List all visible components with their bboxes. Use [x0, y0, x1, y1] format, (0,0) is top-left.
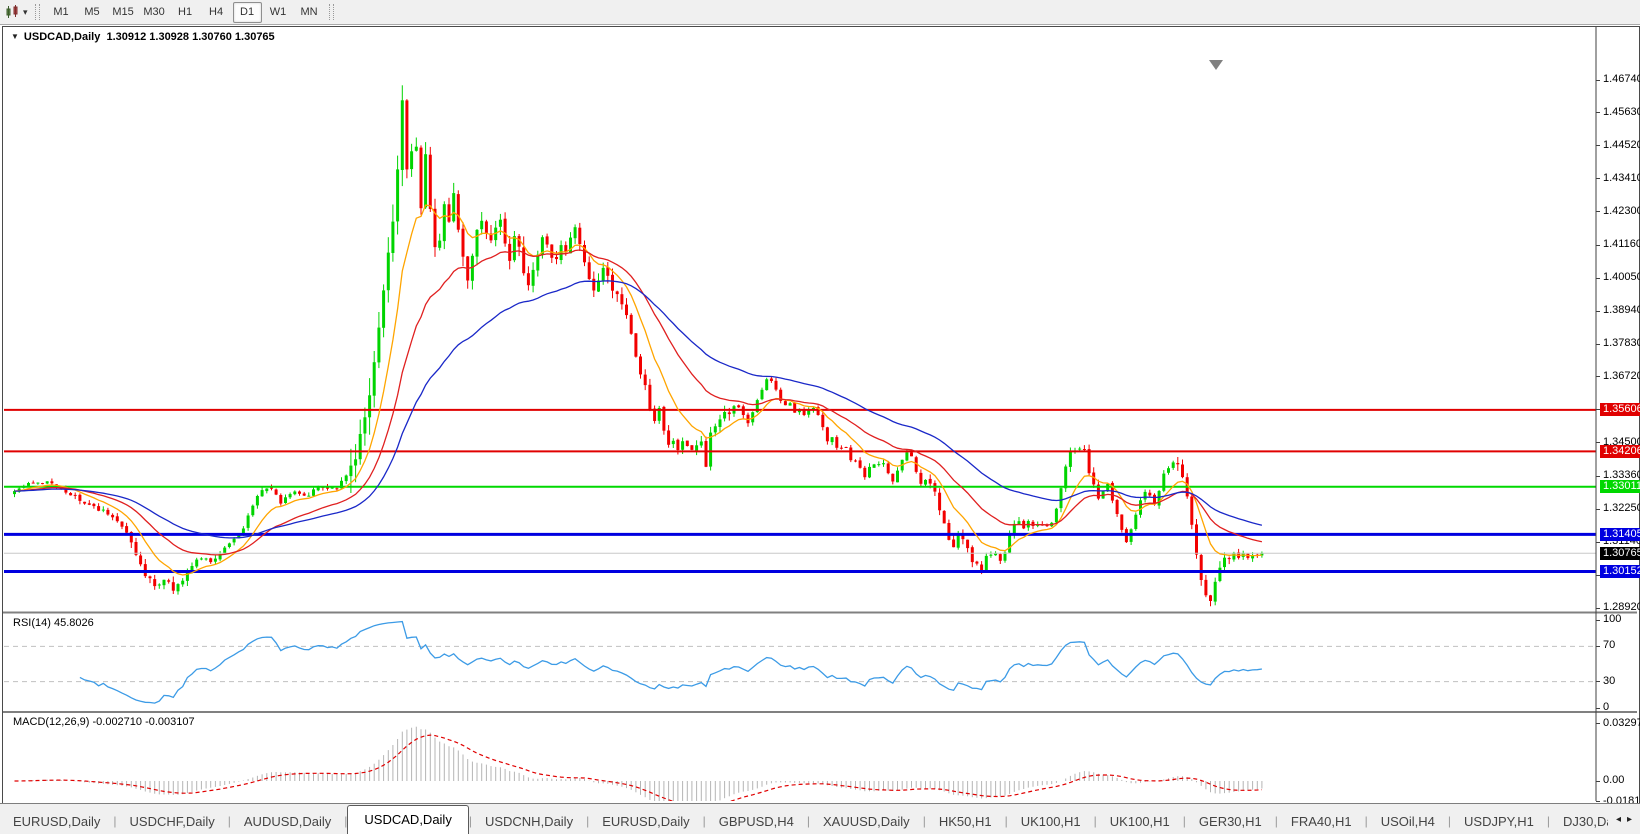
chart-tab-fra40-h1[interactable]: FRA40,H1 — [1278, 809, 1365, 834]
chart-tab-usdcnh-daily[interactable]: USDCNH,Daily — [472, 809, 586, 834]
axis-tick — [1596, 723, 1600, 725]
macd-indicator-label: MACD(12,26,9) -0.002710 -0.003107 — [13, 716, 195, 728]
toolbar: ▾ M1 M5 M15 M30 H1 H4 D1 W1 MN — [0, 0, 1640, 25]
price-axis-tick-label: 1.45630 — [1603, 105, 1640, 118]
axis-tick — [1596, 244, 1600, 246]
chart-tab-xauusd-daily[interactable]: XAUUSD,Daily — [810, 809, 923, 834]
axis-tick — [1596, 310, 1600, 312]
axis-tick — [1596, 619, 1600, 621]
price-axis-tick-label: 1.41160 — [1603, 238, 1640, 251]
price-level-tag: 1.33011 — [1600, 480, 1640, 494]
chart-tab-hk50-h1[interactable]: HK50,H1 — [926, 809, 1005, 834]
chart-tab-gbpusd-h4[interactable]: GBPUSD,H4 — [706, 809, 807, 834]
chart-tab-uk100-h1[interactable]: UK100,H1 — [1008, 809, 1094, 834]
price-axis-tick-label: 1.40050 — [1603, 271, 1640, 284]
tab-scroll-arrows: ◂ ▸ — [1608, 804, 1640, 834]
axis-tick — [1596, 343, 1600, 345]
axis-tick — [1596, 178, 1600, 180]
chart-tab-usoil-h4[interactable]: USOil,H4 — [1368, 809, 1448, 834]
chart-type-icon[interactable]: ▾ — [2, 2, 31, 22]
price-axis-tick-label: 1.44520 — [1603, 138, 1640, 151]
price-level-tag: 1.31405 — [1600, 527, 1640, 541]
axis-tick — [1596, 277, 1600, 279]
chart-tab-dj30-daily[interactable]: DJ30,Daily — [1550, 809, 1608, 834]
axis-tick — [1596, 442, 1600, 444]
axis-tick — [1596, 707, 1600, 709]
rsi-axis-tick-label: 100 — [1603, 613, 1622, 625]
macd-values: -0.002710 -0.003107 — [92, 716, 195, 728]
price-axis-tick-label: 1.37830 — [1603, 337, 1640, 349]
axis-tick — [1596, 780, 1600, 782]
tab-scroll-left-icon[interactable]: ◂ — [1616, 814, 1621, 825]
timeframe-button-h4[interactable]: H4 — [202, 2, 231, 23]
price-level-tag: 1.30152 — [1600, 565, 1640, 578]
timeframe-buttons: M1 M5 M15 M30 H1 H4 D1 W1 MN — [46, 1, 325, 23]
axis-tick — [1596, 508, 1600, 510]
chart-title: ▼ USDCAD,Daily 1.30912 1.30928 1.30760 1.… — [11, 31, 275, 43]
price-axis-tick-label: 1.42300 — [1603, 204, 1640, 217]
chart-tab-usdjpy-h1[interactable]: USDJPY,H1 — [1451, 809, 1547, 834]
price-axis-tick-label: 1.36720 — [1603, 369, 1640, 382]
axis-tick — [1596, 112, 1600, 114]
rsi-axis-tick-label: 30 — [1603, 674, 1616, 687]
price-level-tag: 1.34206 — [1600, 444, 1640, 458]
toolbar-grip — [328, 4, 334, 20]
axis-tick — [1596, 475, 1600, 477]
price-axis-tick-label: 1.28920 — [1603, 601, 1640, 613]
rsi-value: 45.8026 — [53, 617, 94, 629]
axis-tick — [1596, 645, 1600, 647]
price-axis-tick-label: 1.43410 — [1603, 171, 1640, 184]
chart-canvas[interactable] — [3, 27, 1637, 801]
chart-tab-eurusd-daily[interactable]: EURUSD,Daily — [0, 809, 113, 834]
chart-tab-usdcad-daily[interactable]: USDCAD,Daily — [347, 805, 469, 834]
candlestick-icon — [6, 5, 18, 18]
collapse-icon[interactable]: ▼ — [11, 32, 19, 41]
chart-tab-usdchf-daily[interactable]: USDCHF,Daily — [117, 809, 228, 834]
price-level-tag: 1.30765 — [1600, 546, 1640, 560]
price-level-tag: 1.35606 — [1600, 403, 1640, 417]
timeframe-button-w1[interactable]: W1 — [264, 2, 293, 23]
rsi-indicator-label: RSI(14) 45.8026 — [13, 617, 94, 629]
axis-tick — [1596, 681, 1600, 683]
mt4-window: ▾ M1 M5 M15 M30 H1 H4 D1 W1 MN ▼ USDCAD,Daily 1.3… — [0, 0, 1640, 834]
axis-tick — [1596, 541, 1600, 543]
chart-tabs: EURUSD,Daily | USDCHF,Daily | AUDUSD,Daily | U… — [0, 804, 1608, 834]
axis-tick — [1596, 607, 1600, 609]
price-axis-tick-label: 1.38940 — [1603, 304, 1640, 317]
macd-axis-tick-label: 0.032972 — [1603, 716, 1640, 729]
axis-tick — [1596, 376, 1600, 378]
chart-tab-uk100-h1[interactable]: UK100,H1 — [1097, 809, 1183, 834]
toolbar-grip — [34, 4, 40, 20]
macd-axis-tick-label: 0.00 — [1603, 774, 1625, 786]
tab-scroll-right-icon[interactable]: ▸ — [1627, 814, 1632, 825]
timeframe-button-h1[interactable]: H1 — [171, 2, 200, 23]
chart-tab-audusd-daily[interactable]: AUDUSD,Daily — [231, 809, 344, 834]
symbol-period-label: USDCAD,Daily — [23, 31, 101, 43]
timeframe-button-mn[interactable]: MN — [295, 2, 324, 23]
chart-window: ▼ USDCAD,Daily 1.30912 1.30928 1.30760 1.… — [0, 26, 1640, 823]
rsi-axis-tick-label: 70 — [1603, 639, 1616, 652]
chart-tab-bar: EURUSD,Daily | USDCHF,Daily | AUDUSD,Daily | U… — [0, 803, 1640, 834]
axis-tick — [1596, 79, 1600, 81]
chart-tab-eurusd-daily[interactable]: EURUSD,Daily — [589, 809, 702, 834]
axis-tick — [1596, 145, 1600, 147]
rsi-axis-tick-label: 0 — [1603, 701, 1610, 713]
timeframe-button-d1[interactable]: D1 — [232, 1, 262, 23]
chart-tab-ger30-h1[interactable]: GER30,H1 — [1186, 809, 1275, 834]
ohlc-quotes: 1.30912 1.30928 1.30760 1.30765 — [106, 31, 275, 43]
price-axis-tick-label: 1.46740 — [1603, 73, 1640, 85]
price-axis-tick-label: 1.32250 — [1603, 502, 1640, 515]
chevron-down-icon: ▾ — [23, 6, 28, 17]
axis-tick — [1596, 211, 1600, 213]
timeframe-button-m1[interactable]: M1 — [47, 2, 76, 23]
timeframe-button-m30[interactable]: M30 — [140, 2, 169, 23]
timeframe-button-m15[interactable]: M15 — [109, 2, 138, 23]
timeframe-button-m5[interactable]: M5 — [78, 2, 107, 23]
